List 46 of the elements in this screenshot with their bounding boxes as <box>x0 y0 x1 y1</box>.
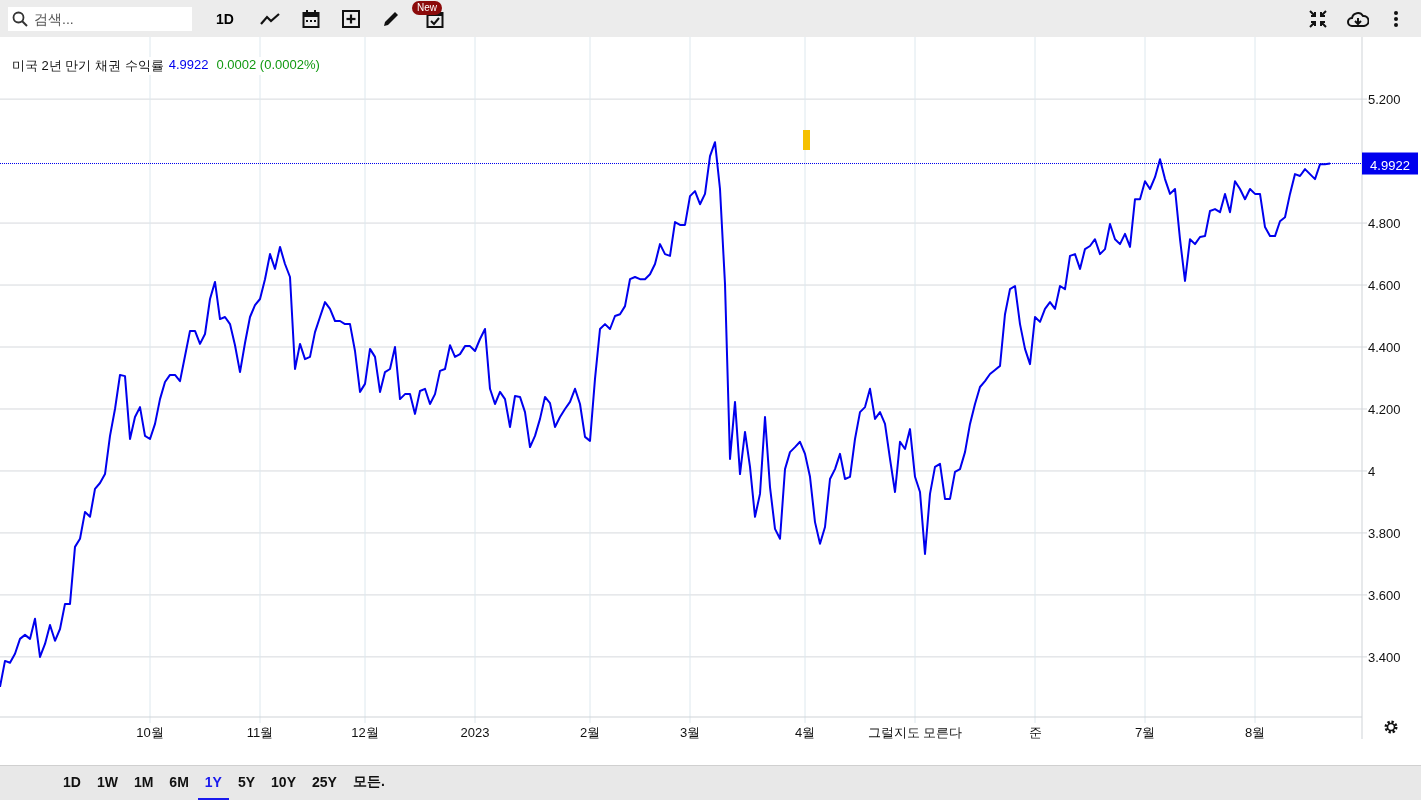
axis-label: 8월 <box>1244 725 1266 741</box>
range-tab[interactable]: 5Y <box>230 766 263 800</box>
range-tab[interactable]: 6M <box>162 766 196 800</box>
range-tab[interactable]: 10Y <box>264 766 303 800</box>
axis-label: 2023 <box>460 725 490 741</box>
axis-label: 3.600 <box>1368 588 1401 604</box>
price-change: 0.0002 (0.0002%) <box>216 57 320 75</box>
new-badge: New <box>411 0 442 15</box>
axis-label: 4월 <box>794 725 816 741</box>
axis-label: 2월 <box>579 725 601 741</box>
range-tab[interactable]: 25Y <box>305 766 344 800</box>
axis-label: 10월 <box>136 725 164 741</box>
range-tab[interactable]: 1Y <box>197 766 229 800</box>
more-icon[interactable] <box>1393 9 1399 28</box>
axis-label: 4.600 <box>1368 278 1401 294</box>
range-tab[interactable]: 1W <box>89 766 125 800</box>
axis-label: 그럴지도 모른다 <box>867 725 963 741</box>
axis-label: 3.800 <box>1368 526 1401 542</box>
axis-label: 4.800 <box>1368 216 1401 232</box>
axis-label: 5.200 <box>1368 92 1401 108</box>
axis-label: 4.400 <box>1368 340 1401 356</box>
series-name: 미국 2년 만기 채권 수익률 <box>12 57 164 76</box>
line-chart-icon[interactable] <box>259 11 280 26</box>
search-field[interactable]: 검색... <box>8 6 192 31</box>
interval-button[interactable]: 1D <box>212 8 238 29</box>
price-label: 4.9922 <box>1362 153 1418 175</box>
settings-icon[interactable] <box>1384 720 1398 734</box>
cloud-download-icon[interactable] <box>1347 10 1369 27</box>
pencil-icon[interactable] <box>381 9 400 28</box>
axis-label: 3월 <box>679 725 701 741</box>
price-value: 4.9922 <box>168 57 209 75</box>
ref-line-label: 4.9922 <box>1370 157 1410 173</box>
axis-label: 4.200 <box>1368 402 1401 418</box>
axis-label: 3.400 <box>1368 650 1401 666</box>
axis-label: 7월 <box>1134 725 1156 741</box>
event-marker <box>803 130 810 151</box>
axis-label: 준 <box>1028 725 1042 741</box>
range-tab[interactable]: 1M <box>126 766 161 800</box>
axis-label: 4 <box>1368 464 1376 480</box>
plus-box-icon[interactable] <box>341 9 360 28</box>
range-tab[interactable]: 모든. <box>345 766 392 800</box>
range-tab[interactable]: 1D <box>56 766 88 800</box>
axis-label: 11월 <box>246 725 274 741</box>
calendar-icon[interactable] <box>301 9 320 28</box>
axis-label: 12월 <box>351 725 379 741</box>
compress-icon[interactable] <box>1309 9 1327 28</box>
